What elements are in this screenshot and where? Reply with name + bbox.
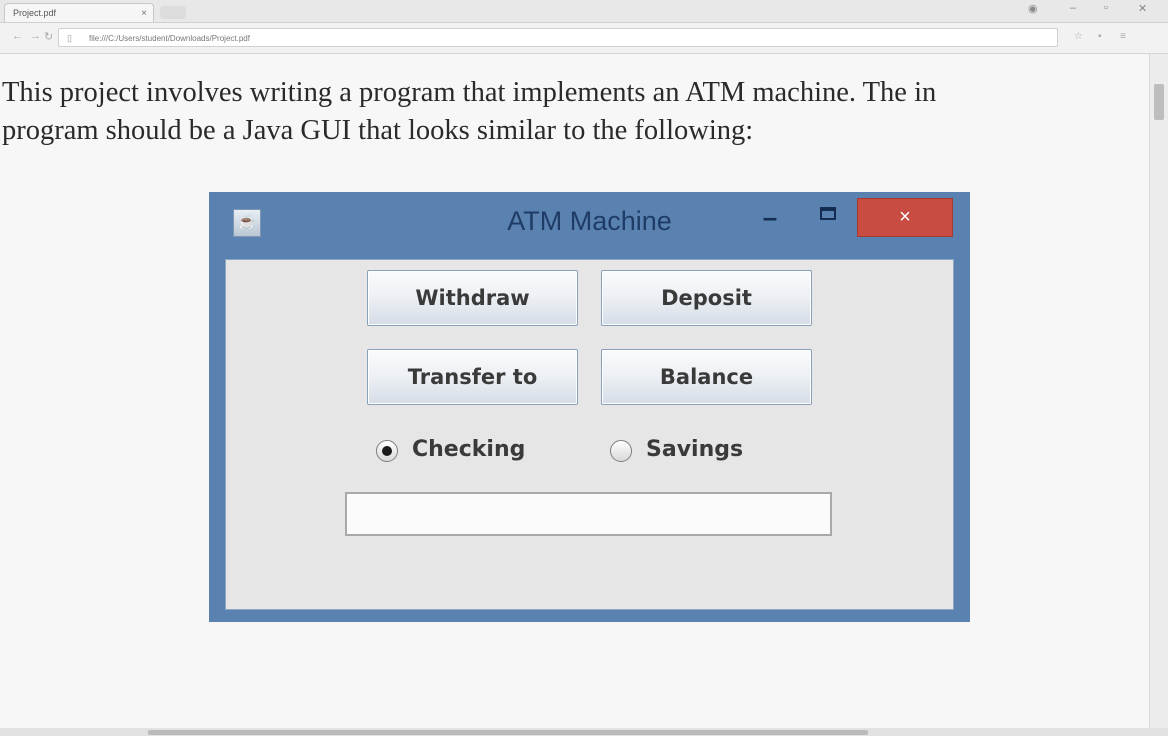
horizontal-scroll-thumb[interactable] bbox=[148, 730, 868, 735]
vertical-scroll-thumb[interactable] bbox=[1154, 84, 1164, 120]
deposit-button[interactable]: Deposit bbox=[601, 270, 812, 326]
savings-radio-label: Savings bbox=[646, 437, 744, 462]
document-line-1: This project involves writing a program … bbox=[2, 77, 937, 108]
atm-title-bar: ☕ ATM Machine – × bbox=[209, 192, 970, 258]
maximize-icon[interactable]: ▫ bbox=[1104, 2, 1108, 14]
document-line-2: program should be a Java GUI that looks … bbox=[2, 115, 754, 146]
extension-icon[interactable]: ▪ bbox=[1098, 31, 1102, 42]
atm-content-pane: Withdraw Deposit Transfer to Balance Che… bbox=[225, 259, 954, 610]
amount-input[interactable] bbox=[345, 492, 832, 536]
minimize-icon[interactable]: – bbox=[1070, 2, 1076, 14]
url-text: file:///C:/Users/student/Downloads/Proje… bbox=[89, 34, 250, 43]
bookmark-star-icon[interactable]: ☆ bbox=[1074, 31, 1083, 42]
atm-window-title: ATM Machine bbox=[507, 206, 672, 236]
close-icon[interactable]: ✕ bbox=[1138, 2, 1147, 15]
document-paragraph: This project involves writing a program … bbox=[2, 74, 1150, 150]
back-arrow-icon[interactable]: ← bbox=[12, 30, 23, 42]
menu-icon[interactable]: ≡ bbox=[1120, 31, 1126, 42]
forward-arrow-icon[interactable]: → bbox=[30, 30, 41, 42]
tab-close-icon[interactable]: × bbox=[141, 4, 147, 22]
transfer-to-button[interactable]: Transfer to bbox=[367, 349, 578, 405]
withdraw-button[interactable]: Withdraw bbox=[367, 270, 578, 326]
tab-title: Project.pdf bbox=[13, 8, 57, 18]
page-icon: ▯ bbox=[67, 33, 72, 43]
new-tab-button[interactable] bbox=[160, 6, 186, 19]
savings-radio-button[interactable] bbox=[610, 440, 632, 462]
browser-tab-bar: Project.pdf × ◉ – ▫ ✕ bbox=[0, 0, 1168, 23]
browser-tab[interactable]: Project.pdf × bbox=[4, 3, 154, 22]
atm-close-icon[interactable]: × bbox=[857, 198, 953, 237]
url-field[interactable]: ▯ file:///C:/Users/student/Downloads/Pro… bbox=[58, 28, 1058, 47]
checking-radio-button[interactable] bbox=[376, 440, 398, 462]
checking-radio-label: Checking bbox=[412, 437, 526, 462]
atm-maximize-icon[interactable] bbox=[820, 207, 836, 220]
atm-window: ☕ ATM Machine – × Withdraw Deposit Trans… bbox=[209, 192, 970, 622]
atm-minimize-icon[interactable]: – bbox=[760, 204, 780, 230]
refresh-icon[interactable]: ↻ bbox=[44, 30, 53, 43]
user-icon[interactable]: ◉ bbox=[1028, 2, 1038, 15]
vertical-scrollbar[interactable] bbox=[1149, 54, 1168, 730]
horizontal-scrollbar[interactable] bbox=[0, 728, 1168, 736]
balance-button[interactable]: Balance bbox=[601, 349, 812, 405]
address-bar: ← → ↻ ▯ file:///C:/Users/student/Downloa… bbox=[0, 23, 1168, 54]
